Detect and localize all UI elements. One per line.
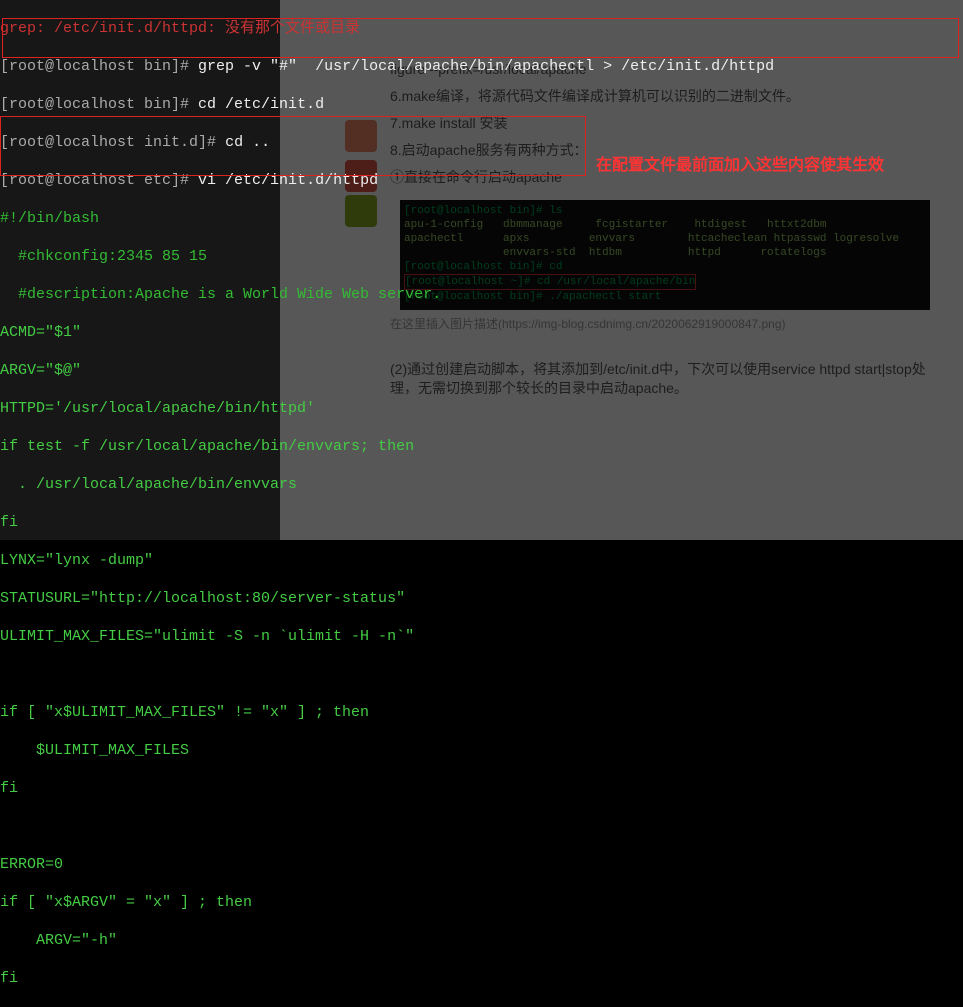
command-text: cd .. <box>225 134 270 151</box>
script-line: if test -f /usr/local/apache/bin/envvars… <box>0 437 963 456</box>
script-line: HTTPD='/usr/local/apache/bin/httpd' <box>0 399 963 418</box>
script-line: fi <box>0 969 963 988</box>
command-text: grep -v "#" /usr/local/apache/bin/apache… <box>198 58 774 75</box>
script-line: ACMD="$1" <box>0 323 963 342</box>
command-text: vi /etc/init.d/httpd <box>198 172 378 189</box>
script-line: . /usr/local/apache/bin/envvars <box>0 475 963 494</box>
shell-prompt: [root@localhost bin]# <box>0 96 189 113</box>
script-line: if [ "x$ARGV" = "x" ] ; then <box>0 893 963 912</box>
script-line: ARGV="$@" <box>0 361 963 380</box>
prompt-line: [root@localhost bin]# cd /etc/init.d <box>0 95 963 114</box>
script-line: ERROR=0 <box>0 855 963 874</box>
script-line: if [ "x$ULIMIT_MAX_FILES" != "x" ] ; the… <box>0 703 963 722</box>
shell-prompt: [root@localhost bin]# <box>0 58 189 75</box>
script-line: fi <box>0 779 963 798</box>
shell-prompt: [root@localhost init.d]# <box>0 134 216 151</box>
annotation-text: 在配置文件最前面加入这些内容使其生效 <box>596 156 884 175</box>
script-line: fi <box>0 513 963 532</box>
terminal-overlay[interactable]: grep: /etc/init.d/httpd: 没有那个文件或目录 [root… <box>0 0 963 540</box>
script-line: ARGV="-h" <box>0 931 963 950</box>
script-line: LYNX="lynx -dump" <box>0 551 963 570</box>
script-line: STATUSURL="http://localhost:80/server-st… <box>0 589 963 608</box>
description-line: #description:Apache is a World Wide Web … <box>0 285 963 304</box>
prompt-line: [root@localhost init.d]# cd .. <box>0 133 963 152</box>
script-line: $ULIMIT_MAX_FILES <box>0 741 963 760</box>
script-line <box>0 665 963 684</box>
grep-error-line: grep: /etc/init.d/httpd: 没有那个文件或目录 <box>0 19 963 38</box>
shell-prompt: [root@localhost etc]# <box>0 172 189 189</box>
script-line <box>0 817 963 836</box>
chkconfig-line: #chkconfig:2345 85 15 <box>0 247 963 266</box>
command-text: cd /etc/init.d <box>198 96 324 113</box>
prompt-line: [root@localhost bin]# grep -v "#" /usr/l… <box>0 57 963 76</box>
script-line: ULIMIT_MAX_FILES="ulimit -S -n `ulimit -… <box>0 627 963 646</box>
script-shebang: #!/bin/bash <box>0 209 963 228</box>
